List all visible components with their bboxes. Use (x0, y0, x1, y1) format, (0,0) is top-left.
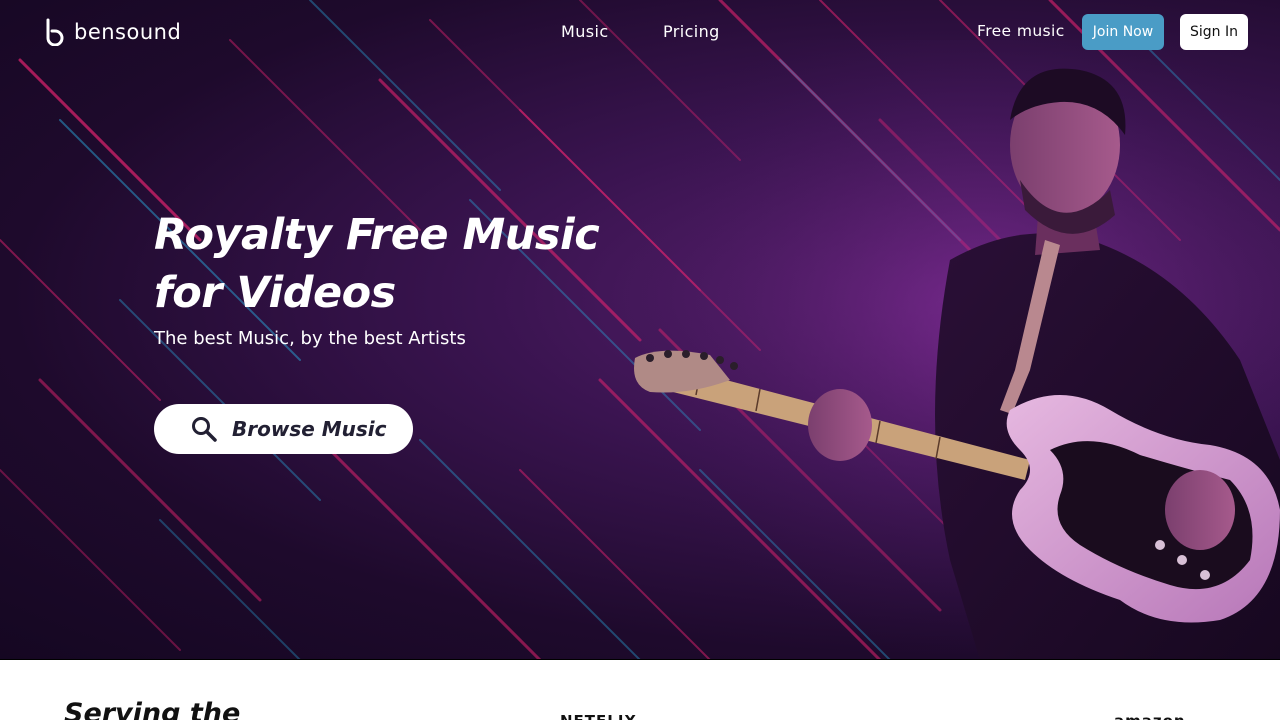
hero-section: bensound Music Pricing Free music Join N… (0, 0, 1280, 660)
sign-in-button[interactable]: Sign In (1180, 14, 1248, 50)
bensound-logo[interactable]: bensound (44, 18, 181, 46)
browse-music-label: Browse Music (232, 417, 387, 441)
brand-logo-netflix: NETFLIX (560, 712, 637, 720)
hero-subtitle: The best Music, by the best Artists (154, 328, 466, 349)
guitarist-image (620, 40, 1280, 660)
brand-logo-amazon: amazon (1114, 712, 1186, 720)
hero-title-line1: Royalty Free Music (154, 210, 600, 260)
browse-music-button[interactable]: Browse Music (154, 404, 413, 454)
clients-section: Serving the NETFLIX amazon (0, 660, 1280, 720)
nav-link-music[interactable]: Music (561, 22, 609, 41)
hero-title-line2: for Videos (154, 268, 396, 318)
nav-link-pricing[interactable]: Pricing (663, 22, 720, 41)
search-icon (192, 417, 217, 442)
bensound-logo-icon (46, 18, 64, 46)
hero-title: Royalty Free Music for Videos (154, 206, 674, 322)
join-now-button[interactable]: Join Now (1082, 14, 1164, 50)
logo-text: bensound (74, 20, 182, 44)
nav-link-free-music[interactable]: Free music (977, 22, 1065, 40)
serving-heading: Serving the (64, 698, 241, 720)
